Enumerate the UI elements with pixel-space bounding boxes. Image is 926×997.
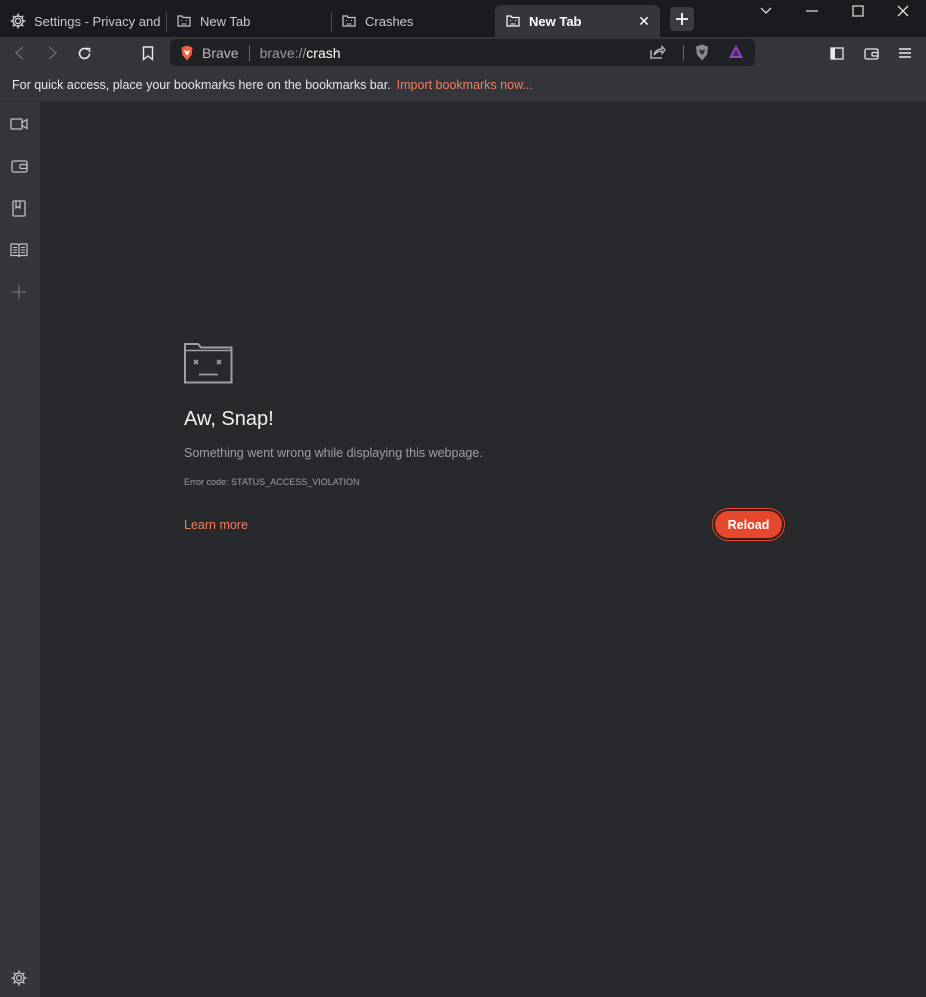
- new-tab-button[interactable]: [670, 7, 694, 31]
- bookmark-button[interactable]: [136, 41, 160, 65]
- lion-shield-icon: [696, 44, 708, 61]
- tab-new-tab[interactable]: New Tab: [166, 5, 330, 37]
- sidebar-item-talk[interactable]: [8, 113, 30, 135]
- minimize-button[interactable]: [789, 0, 835, 22]
- omnibox-brand: Brave: [202, 44, 239, 61]
- omnibox-divider: [248, 44, 250, 61]
- minimize-icon: [806, 10, 818, 12]
- tab-title: New Tab: [200, 13, 251, 29]
- gear-icon: [10, 13, 26, 29]
- gear-icon: [11, 970, 27, 986]
- reading-list-icon: [10, 242, 28, 257]
- tab-title: Settings - Privacy and se: [34, 13, 164, 29]
- url-text[interactable]: brave://crash: [260, 45, 341, 61]
- reload-button[interactable]: [72, 41, 96, 65]
- sidebar-item-wallet[interactable]: [8, 155, 30, 177]
- sad-tab-icon: [184, 343, 233, 389]
- tab-active-new-tab[interactable]: New Tab ✕: [495, 5, 660, 37]
- maximize-button[interactable]: [835, 0, 881, 22]
- error-message: Something went wrong while displaying th…: [184, 446, 483, 460]
- maximize-icon: [852, 5, 864, 17]
- plus-icon: [676, 13, 688, 25]
- forward-button[interactable]: [40, 41, 64, 65]
- bookmarks-bar: For quick access, place your bookmarks h…: [0, 69, 926, 102]
- reload-page-button[interactable]: Reload: [713, 509, 784, 540]
- close-tab-icon[interactable]: ✕: [636, 13, 652, 29]
- sidebar-toggle-button[interactable]: [825, 41, 849, 65]
- back-button[interactable]: [8, 41, 32, 65]
- chevron-down-icon: [760, 7, 772, 14]
- close-icon: [897, 5, 909, 17]
- url-scheme: brave://: [259, 44, 307, 61]
- brave-shields-button[interactable]: [694, 44, 710, 61]
- back-arrow-icon: [14, 46, 24, 60]
- learn-more-link[interactable]: Learn more: [184, 518, 248, 532]
- sad-folder-icon: [505, 13, 521, 29]
- import-bookmarks-link[interactable]: Import bookmarks now...: [397, 78, 533, 92]
- wallet-icon: [863, 47, 879, 60]
- plus-icon: [12, 285, 26, 299]
- sidebar-item-bookmarks[interactable]: [8, 197, 30, 219]
- url-host: crash: [306, 44, 341, 61]
- sidebar-settings-button[interactable]: [8, 967, 30, 989]
- brave-shield-icon[interactable]: [180, 45, 194, 61]
- close-window-button[interactable]: [880, 0, 926, 22]
- tab-settings[interactable]: Settings - Privacy and se: [0, 5, 164, 37]
- sad-folder-icon: [341, 13, 357, 29]
- wallet-button[interactable]: [859, 41, 883, 65]
- brave-rewards-button[interactable]: [728, 44, 744, 60]
- reload-icon: [78, 47, 90, 59]
- sidebar-panel-icon: [830, 46, 844, 60]
- toolbar: Brave brave://crash 1: [0, 37, 926, 90]
- share-icon[interactable]: [650, 45, 666, 59]
- tab-search-button[interactable]: [743, 0, 789, 22]
- rewards-triangle-icon: [729, 45, 743, 58]
- wallet-icon: [10, 160, 28, 173]
- sidebar-item-reading-list[interactable]: [8, 239, 30, 261]
- address-bar[interactable]: Brave brave://crash: [170, 39, 755, 66]
- video-camera-icon: [10, 118, 28, 130]
- page-content: [40, 102, 926, 997]
- sidebar: [0, 102, 40, 997]
- hamburger-menu-icon: [899, 48, 911, 58]
- tab-title: New Tab: [529, 13, 582, 29]
- menu-button[interactable]: [893, 41, 917, 65]
- bookmark-icon: [142, 45, 154, 61]
- bookmarks-bar-message: For quick access, place your bookmarks h…: [12, 78, 391, 92]
- tab-strip: Settings - Privacy and se New Tab Crashe…: [0, 0, 926, 37]
- error-title: Aw, Snap!: [184, 408, 274, 430]
- forward-arrow-icon: [48, 46, 58, 60]
- omnibox-divider: [683, 45, 684, 60]
- sad-folder-icon: [176, 13, 192, 29]
- error-code: Error code: STATUS_ACCESS_VIOLATION: [184, 477, 360, 487]
- bookmarks-book-icon: [12, 199, 26, 217]
- sidebar-add-item-button[interactable]: [8, 281, 30, 303]
- tab-crashes[interactable]: Crashes: [331, 5, 495, 37]
- tab-title: Crashes: [365, 13, 414, 29]
